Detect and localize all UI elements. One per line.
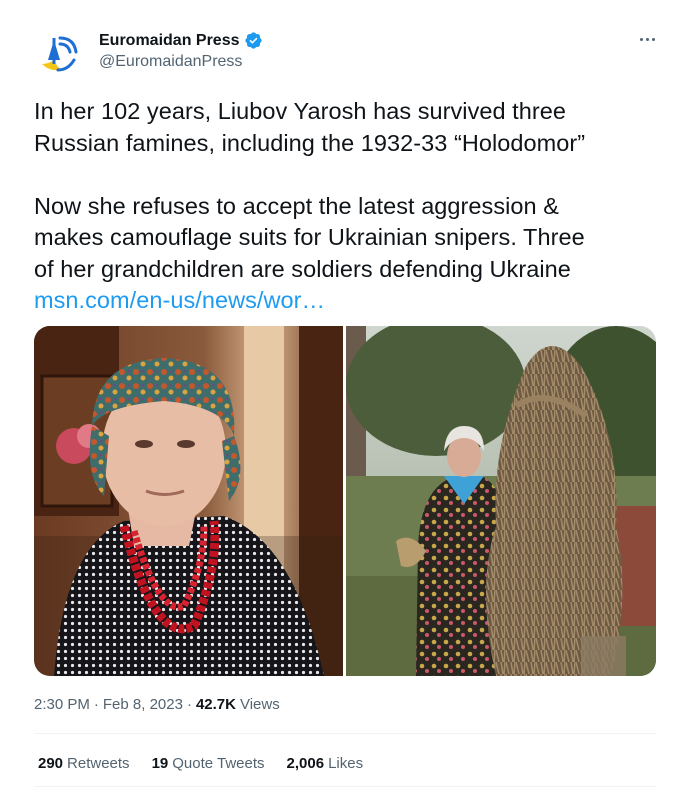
likes-label: Likes xyxy=(328,755,364,772)
tweet-line: In her 102 years, Liubov Yarosh has surv… xyxy=(34,98,566,124)
article-link[interactable]: msn.com/en-us/news/wor… xyxy=(34,287,325,313)
divider xyxy=(34,733,656,734)
retweets-label: Retweets xyxy=(67,755,130,772)
tweet-line: Russian famines, including the 1932-33 “… xyxy=(34,129,586,156)
meta-separator: · xyxy=(186,696,192,713)
tweet-meta: 2:30 PM · Feb 8, 2023 · 42.7K Views xyxy=(34,696,280,713)
more-options-icon[interactable] xyxy=(636,30,658,48)
author-name-row[interactable]: Euromaidan Press xyxy=(99,31,263,50)
tweet-text: In her 102 years, Liubov Yarosh has surv… xyxy=(34,96,664,317)
euromaidan-logo-icon xyxy=(34,30,86,82)
meta-separator: · xyxy=(93,696,99,713)
views-label: Views xyxy=(239,696,280,713)
retweets-stat[interactable]: 290 Retweets xyxy=(38,755,130,772)
verified-badge-icon xyxy=(244,31,263,50)
likes-count: 2,006 xyxy=(286,755,325,772)
likes-stat[interactable]: 2,006 Likes xyxy=(287,755,364,772)
media-gallery[interactable] xyxy=(34,326,656,676)
elderly-woman-portrait-photo[interactable] xyxy=(34,326,343,676)
tweet-time[interactable]: 2:30 PM xyxy=(34,696,90,713)
tweet-line: makes camouflage suits for Ukrainian sni… xyxy=(34,224,585,250)
quote-tweets-count: 19 xyxy=(151,755,169,772)
tweet-date[interactable]: Feb 8, 2023 xyxy=(103,696,183,713)
tweet-line: of her grandchildren are soldiers defend… xyxy=(34,255,571,282)
avatar[interactable] xyxy=(34,30,86,82)
quote-tweets-stat[interactable]: 19 Quote Tweets xyxy=(152,755,265,772)
quote-tweets-label: Quote Tweets xyxy=(172,755,265,772)
author-display-name[interactable]: Euromaidan Press xyxy=(99,32,240,50)
tweet-line: Now she refuses to accept the latest agg… xyxy=(34,192,559,219)
author-handle[interactable]: @EuromaidanPress xyxy=(99,53,242,71)
retweets-count: 290 xyxy=(38,755,64,772)
views-count: 42.7K xyxy=(195,696,236,713)
tweet-card: Euromaidan Press @EuromaidanPress In her… xyxy=(0,0,690,787)
woman-with-ghillie-suit-photo[interactable] xyxy=(346,326,656,676)
engagement-stats: 290 Retweets 19 Quote Tweets 2,006 Likes xyxy=(38,755,363,772)
